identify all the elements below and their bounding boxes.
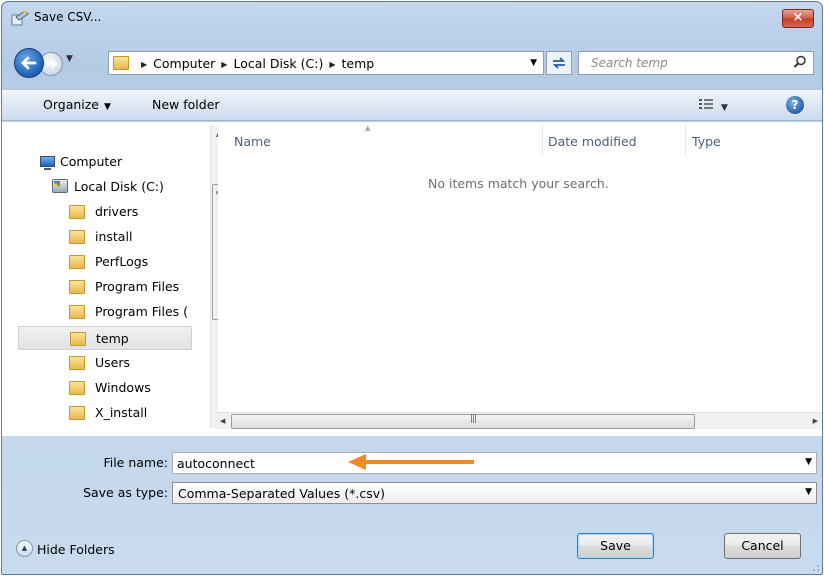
- hide-folders-icon[interactable]: ▲: [16, 540, 33, 557]
- save-as-type-select[interactable]: Comma-Separated Values (*.csv) ▼: [172, 482, 817, 504]
- nav-item-perflogs[interactable]: PerfLogs: [18, 250, 194, 274]
- nav-item-label: Users: [95, 355, 131, 370]
- command-bar: Organize ▼ New folder ▼ ?: [2, 89, 822, 121]
- resize-grip-icon[interactable]: [810, 562, 820, 572]
- folder-icon: [69, 381, 85, 395]
- file-list[interactable]: ▲ Name Date modified Type No items match…: [215, 122, 822, 436]
- nav-item-users[interactable]: Users: [18, 351, 194, 375]
- breadcrumb-temp[interactable]: temp: [342, 56, 375, 71]
- nav-item-computer[interactable]: Computer: [18, 150, 194, 174]
- annotation-arrow-icon: [348, 454, 474, 470]
- nav-item-program-files[interactable]: Program Files: [18, 275, 194, 299]
- scrollbar-thumb[interactable]: [231, 414, 695, 429]
- folder-icon: [69, 205, 85, 219]
- column-header-type[interactable]: Type: [692, 134, 721, 149]
- organize-label: Organize: [43, 97, 99, 112]
- nav-item-label: drivers: [95, 204, 139, 219]
- column-header-name[interactable]: Name: [234, 134, 271, 149]
- navigation-pane[interactable]: Computer Local Disk (C:) drivers install…: [18, 122, 218, 436]
- nav-item-x-install[interactable]: X_install: [18, 401, 194, 425]
- chevron-down-icon[interactable]: ▼: [805, 457, 812, 467]
- save-dialog-icon: [11, 10, 29, 26]
- address-dropdown-icon[interactable]: ▼: [530, 58, 537, 68]
- file-name-label: File name:: [103, 455, 168, 470]
- refresh-button[interactable]: [546, 51, 572, 75]
- nav-item-label: install: [95, 229, 133, 244]
- disk-icon: [52, 179, 68, 193]
- folder-icon: [69, 255, 85, 269]
- save-as-type-value: Comma-Separated Values (*.csv): [178, 486, 385, 501]
- file-name-combobox[interactable]: ▼: [172, 452, 817, 474]
- back-arrow-icon: [21, 56, 37, 70]
- file-horizontal-scrollbar[interactable]: ◀ ||| ▶: [215, 412, 822, 429]
- breadcrumb-separator-icon[interactable]: ▶: [141, 60, 147, 69]
- breadcrumb-computer[interactable]: Computer: [153, 56, 215, 71]
- nav-item-label: Program Files: [95, 279, 180, 294]
- view-details-icon: [699, 99, 713, 109]
- breadcrumb-separator-icon[interactable]: ▶: [221, 60, 227, 69]
- organize-menu[interactable]: Organize ▼: [43, 97, 111, 112]
- folder-icon: [69, 406, 85, 420]
- column-divider[interactable]: [685, 125, 686, 155]
- breadcrumb-local-disk[interactable]: Local Disk (C:): [233, 56, 323, 71]
- folder-icon: [113, 56, 129, 70]
- search-input[interactable]: [579, 52, 779, 74]
- nav-item-label: X_install: [95, 405, 148, 420]
- navigation-bar: ▼ ▶ Computer ▶ Local Disk (C:) ▶ temp ▼: [2, 46, 822, 80]
- empty-message: No items match your search.: [428, 176, 609, 191]
- scroll-left-icon[interactable]: ◀: [220, 417, 225, 425]
- save-dialog: Save CSV... × ▼ ▶ Computer ▶ Local Disk (C:…: [1, 1, 823, 575]
- scrollbar-grip-icon: |||: [470, 414, 477, 424]
- folder-icon: [69, 230, 85, 244]
- nav-item-program-files-x86[interactable]: Program Files (: [18, 300, 194, 324]
- scroll-right-icon[interactable]: ▶: [813, 417, 818, 425]
- nav-item-label: Windows: [95, 380, 151, 395]
- window-title: Save CSV...: [34, 10, 102, 24]
- folder-icon: [70, 332, 86, 346]
- search-icon[interactable]: [793, 55, 807, 69]
- back-button[interactable]: [14, 48, 44, 78]
- history-dropdown-icon[interactable]: ▼: [66, 54, 73, 64]
- close-button[interactable]: ×: [782, 9, 814, 28]
- sort-ascending-icon: ▲: [365, 124, 371, 132]
- change-view-button[interactable]: ▼: [699, 98, 728, 113]
- folder-icon: [69, 305, 85, 319]
- title-bar[interactable]: Save CSV... ×: [2, 2, 822, 34]
- cancel-button[interactable]: Cancel: [724, 533, 801, 559]
- nav-item-label: Local Disk (C:): [74, 179, 164, 194]
- column-divider[interactable]: [542, 125, 543, 155]
- nav-item-label: Program Files (: [95, 304, 188, 319]
- nav-item-windows[interactable]: Windows: [18, 376, 194, 400]
- chevron-down-icon[interactable]: ▼: [805, 487, 812, 497]
- column-header-date-modified[interactable]: Date modified: [548, 134, 637, 149]
- help-button[interactable]: ?: [786, 96, 804, 114]
- address-bar[interactable]: ▶ Computer ▶ Local Disk (C:) ▶ temp ▼: [108, 51, 544, 75]
- nav-item-local-disk[interactable]: Local Disk (C:): [18, 175, 194, 199]
- nav-item-label: Computer: [60, 154, 123, 169]
- nav-item-label: PerfLogs: [95, 254, 149, 269]
- save-button[interactable]: Save: [577, 533, 654, 559]
- computer-icon: [40, 156, 55, 170]
- chevron-down-icon: ▼: [721, 103, 728, 113]
- save-as-type-label: Save as type:: [83, 485, 168, 500]
- browser-content: Computer Local Disk (C:) drivers install…: [2, 122, 822, 436]
- folder-icon: [69, 280, 85, 294]
- search-box[interactable]: [578, 51, 814, 75]
- folder-icon: [69, 356, 85, 370]
- new-folder-button[interactable]: New folder: [152, 97, 220, 112]
- refresh-icon: [552, 57, 566, 69]
- breadcrumb-separator-icon[interactable]: ▶: [329, 60, 335, 69]
- chevron-down-icon: ▼: [104, 102, 111, 112]
- nav-item-drivers[interactable]: drivers: [18, 200, 194, 224]
- breadcrumb: ▶ Computer ▶ Local Disk (C:) ▶ temp: [135, 56, 374, 71]
- nav-item-label: temp: [96, 331, 129, 346]
- hide-folders-button[interactable]: Hide Folders: [37, 542, 115, 557]
- nav-item-install[interactable]: install: [18, 225, 194, 249]
- nav-item-temp[interactable]: temp: [18, 326, 192, 350]
